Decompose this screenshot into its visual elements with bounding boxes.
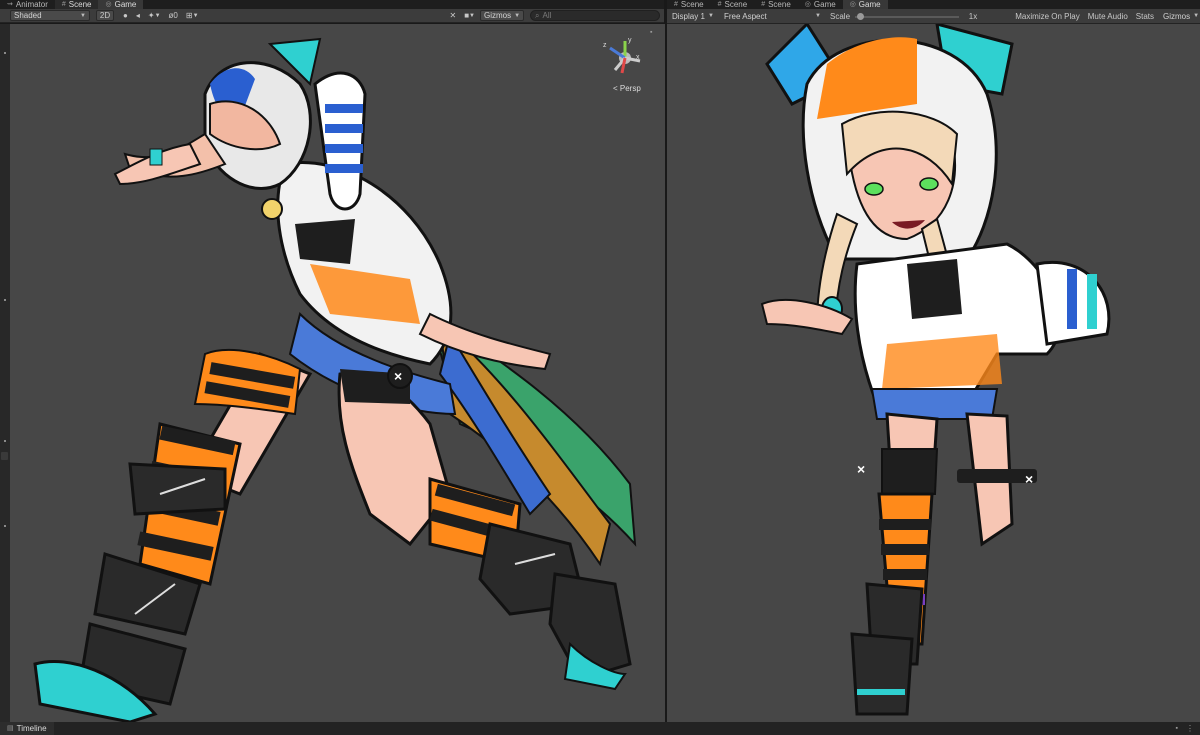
mute-audio-toggle[interactable]: Mute Audio — [1085, 11, 1131, 22]
animator-icon: ⇝ — [7, 1, 13, 8]
game-viewport[interactable]: × × ▪ — [667, 24, 1200, 722]
draw-mode-dropdown[interactable]: Shaded ▼ — [10, 10, 90, 21]
maximize-on-play-toggle[interactable]: Maximize On Play — [1012, 11, 1082, 22]
drag-handle-icon[interactable] — [4, 440, 6, 442]
gizmos-dropdown[interactable]: Gizmos ▼ — [480, 10, 524, 21]
right-tab-bar: # Scene # Scene # Scene ◎ Game ◎ Game — [667, 0, 1200, 9]
tab-scene-2[interactable]: # Scene — [711, 0, 755, 9]
search-placeholder: All — [542, 11, 552, 20]
mode-2d-label: 2D — [99, 11, 111, 20]
tab-game-1-label: Game — [813, 0, 836, 9]
lighting-toggle[interactable]: ● — [120, 10, 131, 21]
audio-toggle[interactable]: ◂ — [133, 10, 143, 21]
game-icon: ◎ — [804, 1, 811, 8]
chevron-down-icon: ▼ — [708, 13, 714, 19]
tab-scene[interactable]: # Scene — [54, 0, 99, 9]
scale-slider-thumb[interactable] — [857, 12, 865, 20]
grid-toggle[interactable]: ⊞ ▼ — [183, 10, 202, 21]
effects-icon: ✦ — [147, 11, 155, 20]
tab-scene-1[interactable]: # Scene — [667, 0, 711, 9]
left-tab-bar: ⇝ Animator # Scene ◎ Game — [0, 0, 664, 9]
tab-scene-1-label: Scene — [680, 0, 704, 9]
wrench-icon: ✕ — [449, 11, 457, 20]
tab-game[interactable]: ◎ Game — [98, 0, 144, 9]
draw-mode-value: Shaded — [14, 11, 42, 20]
side-button[interactable] — [1, 452, 8, 460]
effects-dropdown[interactable]: ✦ ▼ — [145, 10, 164, 21]
tab-game-label: Game — [114, 0, 137, 9]
game-render: × × — [760, 24, 1111, 716]
lock-icon[interactable]: ▪ — [1176, 725, 1178, 732]
hidden-count: 0 — [173, 11, 178, 20]
drag-handle-icon[interactable] — [4, 52, 6, 54]
chevron-down-icon: ▼ — [1193, 13, 1200, 19]
tab-scene-3[interactable]: # Scene — [754, 0, 798, 9]
tab-animator[interactable]: ⇝ Animator — [0, 0, 55, 9]
tab-scene-3-label: Scene — [768, 0, 791, 9]
bottom-panel-tab-bar: ▤ Timeline ▪ ⋮ — [0, 722, 1200, 735]
search-icon: ⌕ — [535, 10, 540, 20]
scene-search-input[interactable]: ⌕ All — [530, 10, 660, 21]
drag-handle-icon[interactable] — [4, 299, 6, 301]
scene-toolbar: Shaded ▼ 2D ● ◂ ✦ ▼ ø 0 ⊞ ▼ ✕ ■ ▼ Gizmos ▼ … — [0, 9, 664, 23]
scene-visibility-toggle[interactable]: ø 0 — [166, 10, 181, 21]
chevron-down-icon: ▼ — [80, 12, 86, 19]
game-icon: ◎ — [105, 1, 112, 8]
camera-dropdown[interactable]: ■ ▼ — [461, 10, 478, 21]
game-icon: ◎ — [849, 1, 856, 8]
left-edge-strip — [0, 24, 10, 722]
chevron-down-icon: ▼ — [469, 12, 475, 19]
scene-icon: # — [761, 1, 766, 8]
drag-handle-icon[interactable] — [4, 525, 6, 527]
tab-game-2-label: Game — [858, 0, 881, 9]
gizmo-x-label: x — [636, 54, 640, 61]
display-value: Display 1 — [672, 11, 705, 21]
chevron-down-icon: ▼ — [154, 12, 161, 19]
scale-slider[interactable] — [855, 11, 960, 22]
scene-icon: # — [674, 1, 678, 8]
stats-toggle[interactable]: Stats — [1133, 11, 1157, 22]
tab-animator-label: Animator — [15, 0, 48, 9]
game-toolbar: Display 1 ▼ Free Aspect ▼ Scale 1x Maxim… — [667, 9, 1200, 24]
svg-text:×: × — [857, 461, 865, 477]
game-gizmos-label: Gizmos — [1163, 11, 1191, 21]
menu-icon[interactable]: ⋮ — [1186, 724, 1194, 733]
orientation-gizmo[interactable] — [600, 36, 650, 91]
tab-game-1[interactable]: ◎ Game — [798, 0, 843, 9]
tab-timeline[interactable]: ▤ Timeline — [0, 722, 54, 735]
scene-viewport[interactable]: × y z x < Persp ▪ — [10, 24, 665, 722]
display-dropdown[interactable]: Display 1 ▼ — [668, 10, 718, 22]
gizmos-label: Gizmos — [484, 11, 512, 20]
chevron-down-icon: ▼ — [192, 12, 199, 19]
scene-render: × — [33, 37, 637, 722]
speaker-icon: ◂ — [135, 11, 140, 20]
lock-icon[interactable]: ▪ — [650, 29, 652, 36]
scale-value: 1x — [968, 11, 978, 21]
lightbulb-icon: ● — [123, 11, 128, 20]
grid-icon: ⊞ — [185, 11, 193, 20]
tools-button[interactable]: ✕ — [447, 10, 460, 21]
chevron-down-icon: ▼ — [514, 12, 521, 19]
aspect-dropdown[interactable]: Free Aspect ▼ — [720, 10, 825, 22]
mode-2d-toggle[interactable]: 2D — [96, 10, 114, 21]
chevron-down-icon: ▼ — [815, 13, 821, 19]
tab-timeline-label: Timeline — [16, 724, 47, 733]
svg-text:×: × — [1025, 471, 1033, 487]
scale-slider-track — [855, 15, 960, 18]
tab-scene-2-label: Scene — [724, 0, 748, 9]
tab-scene-label: Scene — [68, 0, 92, 9]
scene-icon: # — [717, 1, 722, 8]
aspect-value: Free Aspect — [724, 11, 767, 21]
svg-text:×: × — [394, 368, 402, 384]
gizmo-y-label: y — [628, 37, 632, 44]
projection-toggle[interactable]: < Persp — [613, 84, 641, 93]
timeline-icon: ▤ — [7, 725, 14, 732]
scene-icon: # — [61, 1, 66, 8]
gizmo-z-label: z — [603, 42, 607, 49]
tab-game-2[interactable]: ◎ Game — [842, 0, 888, 9]
game-gizmos-dropdown[interactable]: Gizmos ▼ — [1159, 10, 1200, 22]
scale-label: Scale — [830, 11, 851, 21]
